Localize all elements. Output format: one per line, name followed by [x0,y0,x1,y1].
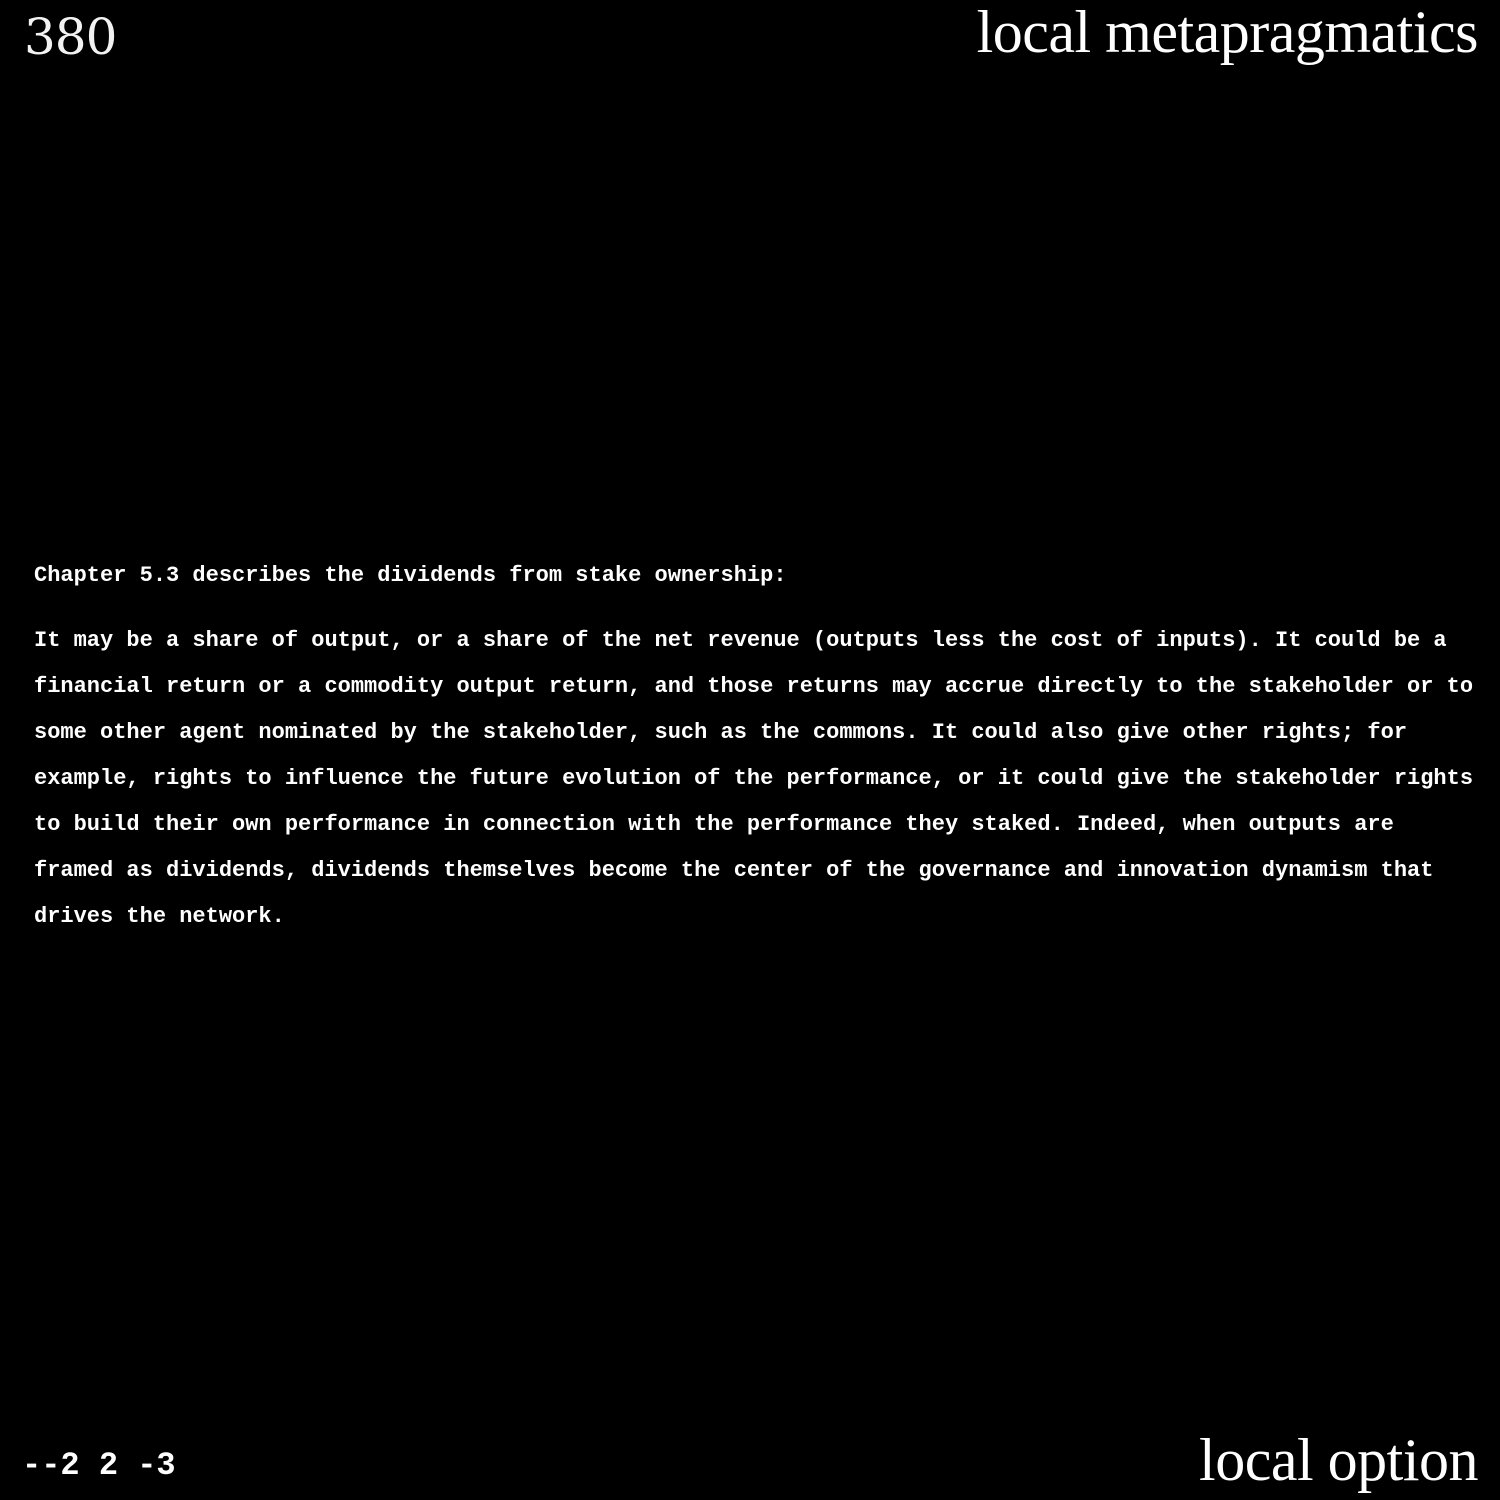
footer-title: local option [1199,1427,1478,1493]
page-number: 380 [24,8,117,66]
footer-code: --2 2 -3 [22,1447,176,1484]
quote-paragraph: It may be a share of output, or a share … [34,628,1474,929]
running-title: local metapragmatics [976,0,1479,65]
intro-paragraph: Chapter 5.3 describes the dividends from… [34,563,787,588]
body-text: Chapter 5.3 describes the dividends from… [34,560,1474,940]
